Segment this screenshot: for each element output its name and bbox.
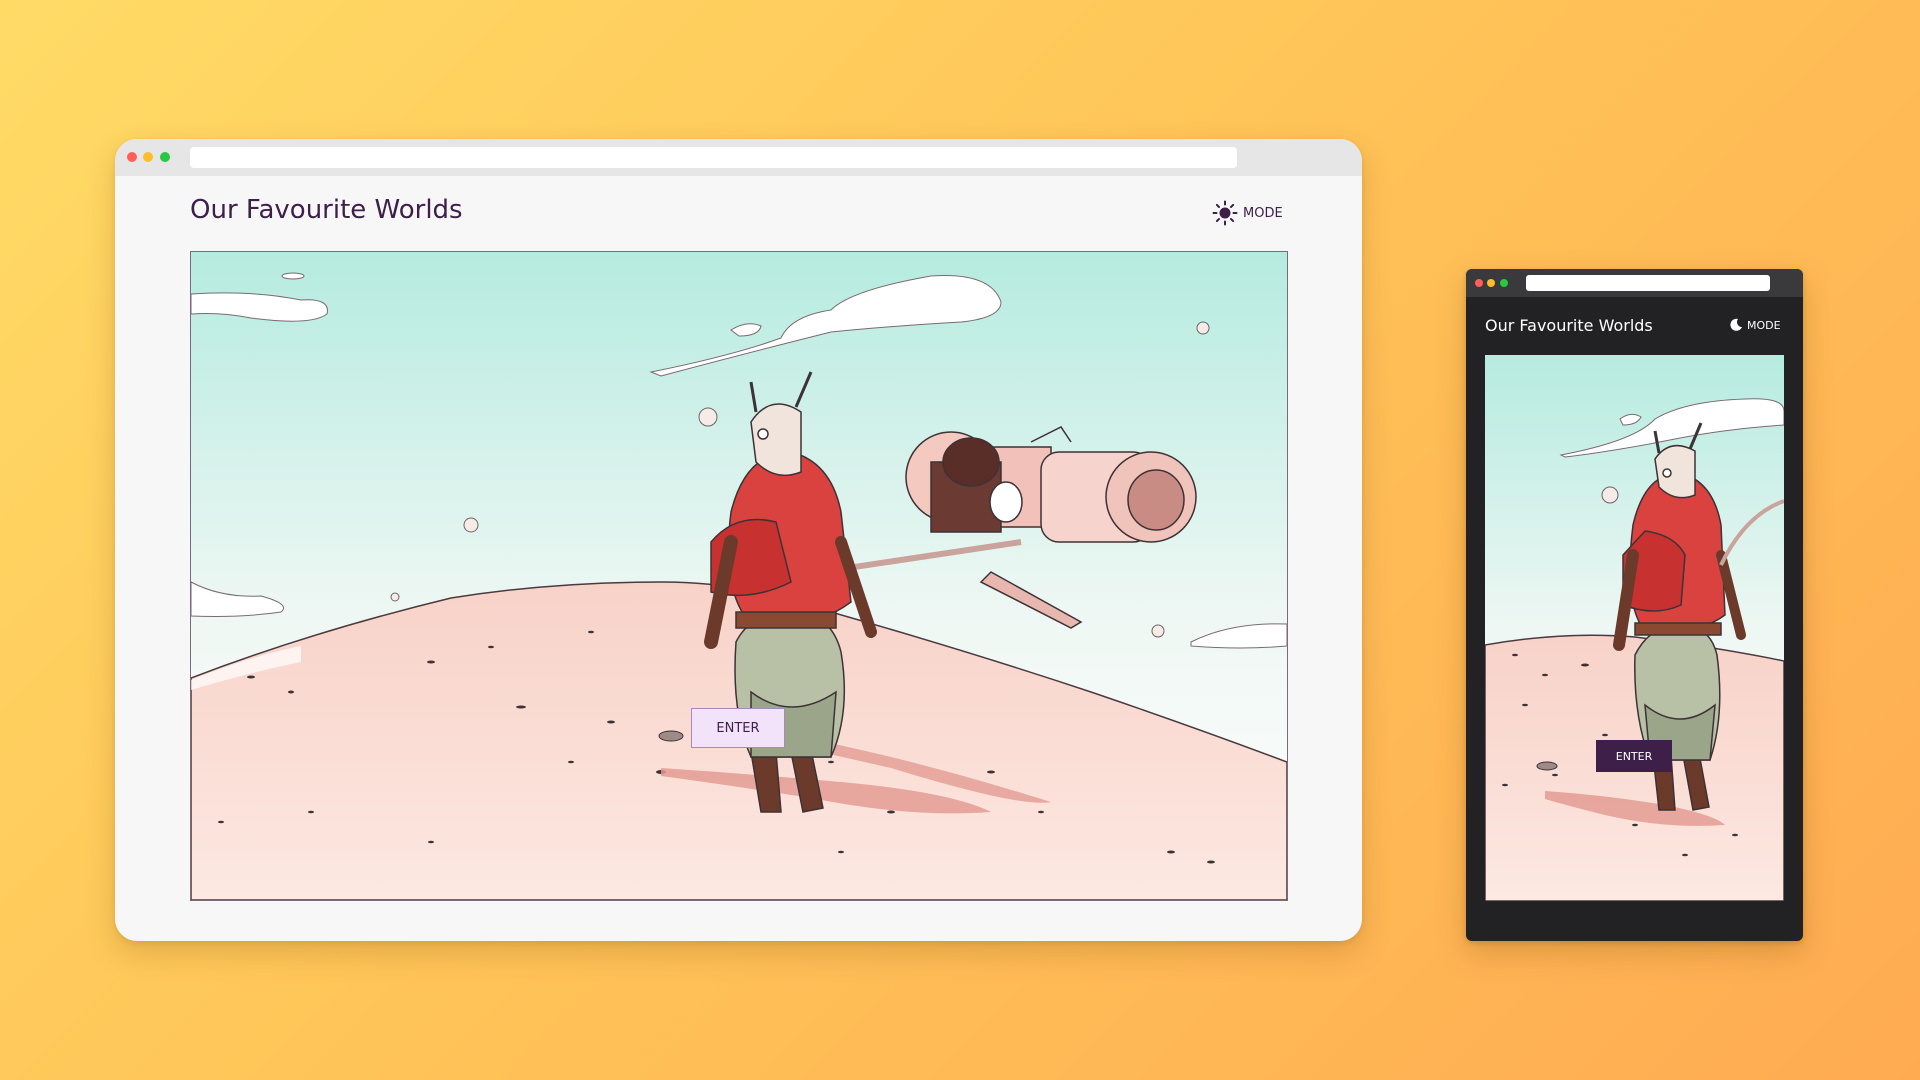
desktop-browser-window: Our Favourite Worlds MODE ENTER [115, 139, 1362, 941]
enter-button[interactable]: ENTER [691, 708, 785, 748]
browser-toolbar [115, 139, 1362, 176]
moon-icon [1730, 318, 1742, 331]
minimize-window-button[interactable] [143, 152, 153, 162]
world-illustration-frame: ENTER [1485, 355, 1784, 901]
world-illustration-frame: ENTER [190, 251, 1288, 901]
enter-button[interactable]: ENTER [1596, 740, 1672, 772]
mode-toggle-button[interactable]: MODE [1212, 199, 1283, 227]
page-title: Our Favourite Worlds [1485, 316, 1653, 335]
maximize-window-button[interactable] [160, 152, 170, 162]
address-bar[interactable] [190, 147, 1237, 168]
maximize-window-button[interactable] [1500, 279, 1508, 287]
mode-label: MODE [1243, 205, 1283, 221]
page-title: Our Favourite Worlds [190, 195, 463, 225]
mode-toggle-button[interactable]: MODE [1729, 318, 1781, 332]
close-window-button[interactable] [1475, 279, 1483, 287]
mobile-browser-window: Our Favourite Worlds MODE ENTER [1466, 269, 1803, 941]
address-bar[interactable] [1526, 275, 1770, 291]
sun-icon [1212, 200, 1238, 226]
desert-wanderer-illustration [191, 252, 1287, 900]
browser-toolbar [1466, 269, 1803, 297]
desert-wanderer-illustration [1485, 355, 1784, 901]
minimize-window-button[interactable] [1487, 279, 1495, 287]
mode-label: MODE [1747, 318, 1781, 332]
close-window-button[interactable] [127, 152, 137, 162]
